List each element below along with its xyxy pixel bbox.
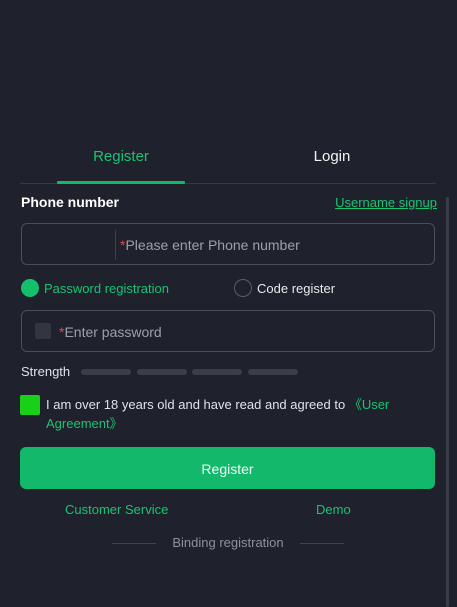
strength-label: Strength: [21, 364, 71, 379]
password-placeholder-text: Enter password: [64, 324, 162, 340]
phone-number-label: Phone number: [21, 194, 120, 210]
strength-segment: [248, 369, 298, 375]
username-signup-link[interactable]: Username signup: [335, 195, 437, 210]
strength-segment: [137, 369, 187, 375]
tab-register[interactable]: Register: [57, 140, 185, 183]
active-tab-indicator: [57, 181, 185, 184]
tab-login[interactable]: Login: [268, 140, 396, 183]
phone-input[interactable]: *Please enter Phone number: [21, 223, 435, 265]
agreement-checkbox[interactable]: [20, 395, 40, 415]
auth-tabs: Register Login: [20, 140, 436, 184]
strength-segment: [192, 369, 242, 375]
binding-registration[interactable]: Binding registration: [112, 535, 344, 551]
phone-placeholder: *Please enter Phone number: [120, 237, 300, 253]
country-code-divider: [115, 230, 116, 260]
password-input[interactable]: *Enter password: [21, 310, 435, 352]
customer-service-link[interactable]: Customer Service: [65, 502, 168, 517]
lock-icon: [35, 323, 51, 339]
phone-placeholder-text: Please enter Phone number: [125, 237, 300, 253]
registration-method: Password registration Code register: [21, 279, 437, 299]
radio-password-label: Password registration: [44, 280, 169, 296]
radio-password-registration[interactable]: Password registration: [21, 279, 169, 297]
agreement-text: I am over 18 years old and have read and…: [46, 395, 441, 433]
agreement-statement: I am over 18 years old and have read and…: [46, 397, 349, 412]
radio-code-label: Code register: [257, 280, 336, 296]
radio-unselected-icon: [234, 279, 252, 297]
demo-link[interactable]: Demo: [316, 502, 351, 517]
strength-segment: [81, 369, 131, 375]
register-button[interactable]: Register: [20, 447, 435, 489]
radio-code-register[interactable]: Code register: [234, 279, 335, 297]
divider-right: [300, 543, 344, 544]
scrollbar[interactable]: [446, 197, 449, 607]
password-placeholder: *Enter password: [59, 324, 162, 340]
radio-selected-icon: [21, 279, 39, 297]
